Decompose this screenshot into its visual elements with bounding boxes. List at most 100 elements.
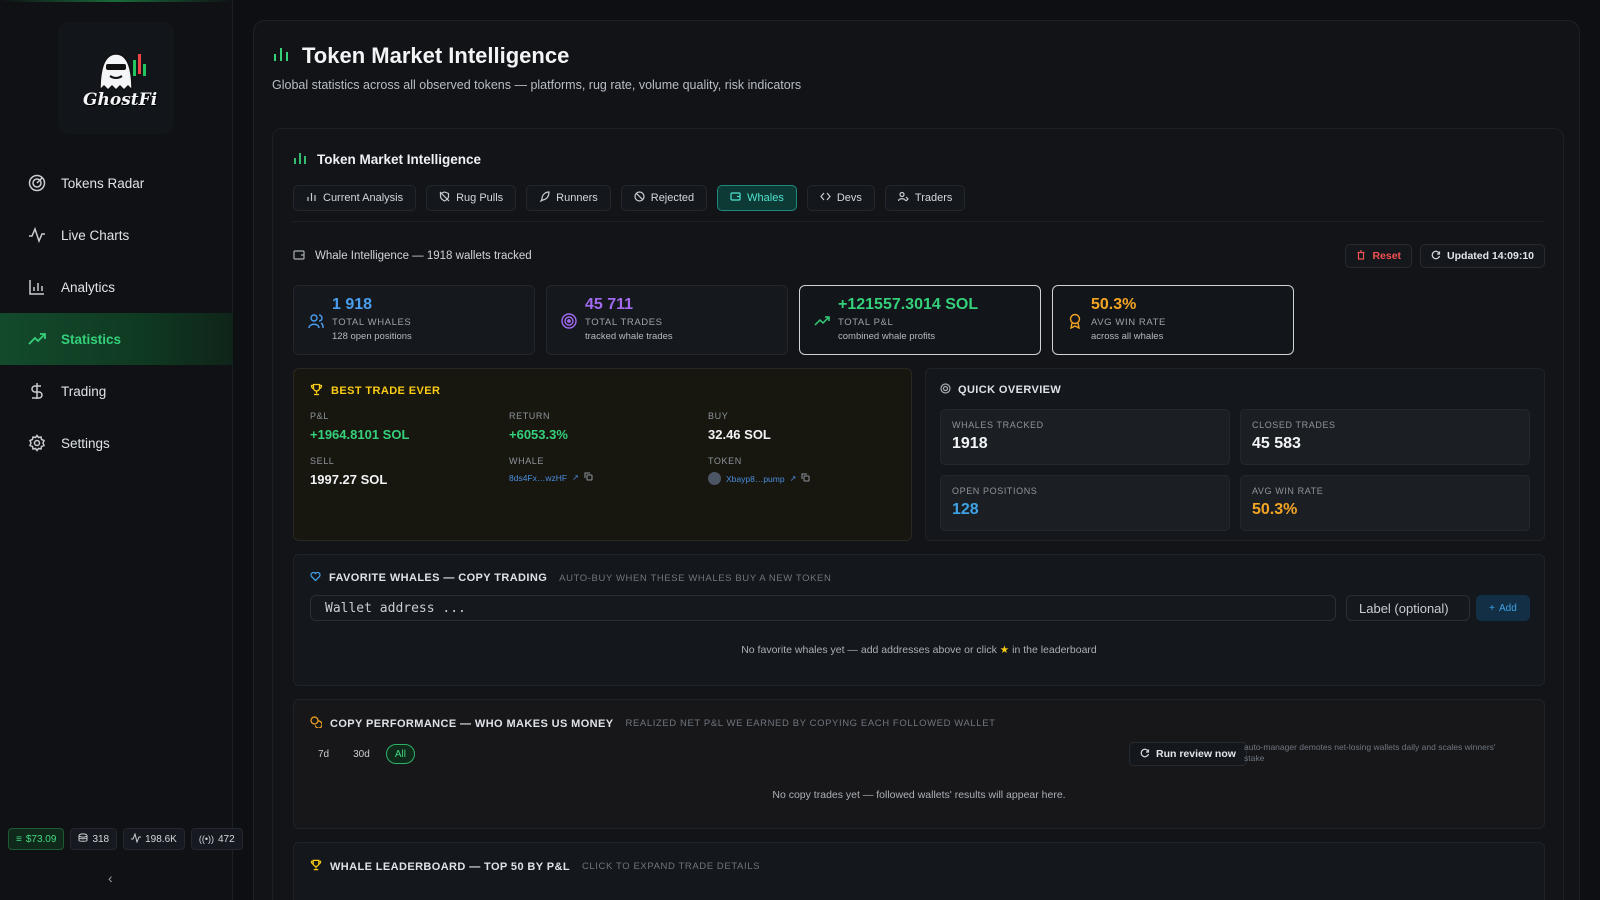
tab-label: Rug Pulls [456,192,504,204]
tab-divider [293,221,1545,222]
sidebar-item-label: Tokens Radar [61,175,145,191]
copy-performance-title-text: COPY PERFORMANCE — WHO MAKES US MONEY [330,717,614,730]
best-token-link[interactable]: Xbayp8…pump ↗ [708,472,810,485]
balance-chip[interactable]: ≡ $73.09 [8,828,65,850]
best-buy-value: 32.46 SOL [708,427,771,442]
tab-bar: Current Analysis Rug Pulls Runners Rejec… [293,185,966,211]
trending-up-icon [814,313,830,329]
run-review-label: Run review now [1156,748,1236,760]
best-trade-title-text: BEST TRADE EVER [331,385,441,397]
stat-value: 1 918 [332,296,373,313]
best-whale-address[interactable]: 8ds4Fx…wzHF [509,473,567,483]
bar-chart-icon [272,45,290,68]
sidebar-item-statistics[interactable]: Statistics [0,313,233,365]
run-review-button[interactable]: Run review now [1129,742,1247,766]
external-link-icon[interactable]: ↗ [572,473,579,482]
shield-off-icon [439,191,450,205]
bar-chart-icon [293,151,307,168]
favorites-empty-text-end: in the leaderboard [1012,644,1097,656]
wallet-label-input[interactable] [1346,595,1470,621]
best-token-label: TOKEN [708,456,742,466]
copy-performance-section: COPY PERFORMANCE — WHO MAKES US MONEY RE… [293,699,1545,829]
db-count-chip[interactable]: 318 [70,828,118,850]
best-whale: WHALE 8ds4Fx…wzHF ↗ [509,456,593,483]
stat-value: 45 711 [585,296,634,313]
activity-value: 198.6K [145,833,177,845]
activity-chip[interactable]: 198.6K [123,828,185,850]
wallet-address-input[interactable] [310,595,1336,621]
tab-rejected[interactable]: Rejected [620,185,708,211]
sidebar-item-label: Statistics [61,331,122,347]
panel-title-text: Token Market Intelligence [317,152,482,167]
favorite-whales-section: FAVORITE WHALES — COPY TRADING AUTO-BUY … [293,554,1545,686]
sidebar-nav: Tokens Radar Live Charts Analytics Stati… [0,157,233,469]
add-favorite-button[interactable]: + Add [1476,595,1530,621]
overview-label: WHALES TRACKED [952,420,1044,430]
sidebar-item-label: Live Charts [61,227,130,243]
stat-label: TOTAL WHALES [332,317,412,328]
heart-icon [310,571,321,585]
coins-icon [310,716,323,731]
whale-intel-actions: Reset Updated 14:09:10 [1345,244,1545,268]
sidebar-item-label: Settings [61,435,110,451]
tab-traders[interactable]: Traders [884,185,966,211]
sidebar-item-trading[interactable]: Trading [0,365,233,417]
range-30d[interactable]: 30d [345,744,378,764]
star-icon: ★ [999,644,1010,656]
sidebar-item-label: Analytics [61,279,116,295]
rocket-icon [539,191,550,205]
page-subtitle: Global statistics across all observed to… [272,78,802,92]
reset-button[interactable]: Reset [1345,244,1413,268]
collapse-sidebar-icon[interactable]: ‹ [108,870,113,886]
code-icon [820,191,831,205]
best-token: TOKEN Xbayp8…pump ↗ [708,456,810,485]
stat-label: TOTAL P&L [838,317,894,328]
brand-logo[interactable]: GhostFi [58,22,174,134]
tab-label: Rejected [650,192,695,204]
market-intelligence-panel: Token Market Intelligence Current Analys… [272,128,1564,900]
tab-rug-pulls[interactable]: Rug Pulls [426,185,517,211]
best-sell-value: 1997.27 SOL [310,472,388,487]
tab-label: Current Analysis [323,192,404,204]
stat-card-total-pnl: +121557.3014 SOL TOTAL P&L combined whal… [799,285,1041,355]
sidebar-item-analytics[interactable]: Analytics [0,261,233,313]
range-selector: 7d 30d All [310,744,415,764]
stat-label: TOTAL TRADES [585,317,663,328]
db-count-value: 318 [92,833,110,845]
refresh-icon [1431,250,1441,263]
copy-icon[interactable] [801,473,810,484]
status-bar: ≡ $73.09 318 198.6K ((•)) 472 [8,828,243,850]
stat-sub: 128 open positions [332,331,412,342]
stat-value: +121557.3014 SOL [838,296,979,313]
tab-current-analysis[interactable]: Current Analysis [293,185,417,211]
stat-cards: 1 918 TOTAL WHALES 128 open positions 45… [293,285,1294,355]
reset-label: Reset [1372,250,1402,262]
best-token-address[interactable]: Xbayp8…pump [726,474,785,484]
quick-overview-title: QUICK OVERVIEW [940,383,1061,397]
best-trade-card: BEST TRADE EVER P&L +1964.8101 SOL RETUR… [293,368,912,541]
refresh-button[interactable]: Updated 14:09:10 [1420,244,1545,268]
favorite-whales-title: FAVORITE WHALES — COPY TRADING AUTO-BUY … [310,571,831,585]
run-review-note: auto-manager demotes net-losing wallets … [1244,742,1496,763]
stat-card-avg-win-rate: 50.3% AVG WIN RATE across all whales [1052,285,1294,355]
sidebar-item-live-charts[interactable]: Live Charts [0,209,233,261]
tab-whales[interactable]: Whales [717,185,797,211]
tab-devs[interactable]: Devs [806,185,875,211]
overview-value: 128 [952,501,979,518]
copy-icon[interactable] [584,472,593,483]
panel-title: Token Market Intelligence [293,151,481,168]
best-return-value: +6053.3% [509,427,568,442]
leaderboard-title: WHALE LEADERBOARD — TOP 50 BY P&L CLICK … [310,859,760,874]
sidebar-item-settings[interactable]: Settings [0,417,233,469]
sidebar-item-tokens-radar[interactable]: Tokens Radar [0,157,233,209]
best-whale-label: WHALE [509,456,545,466]
plus-icon: + [1489,602,1496,614]
tab-label: Runners [556,192,598,204]
range-7d[interactable]: 7d [310,744,337,764]
external-link-icon[interactable]: ↗ [790,474,797,483]
signal-chip[interactable]: ((•)) 472 [190,828,243,850]
range-all[interactable]: All [385,744,415,764]
signal-value: 472 [217,833,235,845]
tab-runners[interactable]: Runners [526,185,611,211]
best-whale-link[interactable]: 8ds4Fx…wzHF ↗ [509,472,593,483]
